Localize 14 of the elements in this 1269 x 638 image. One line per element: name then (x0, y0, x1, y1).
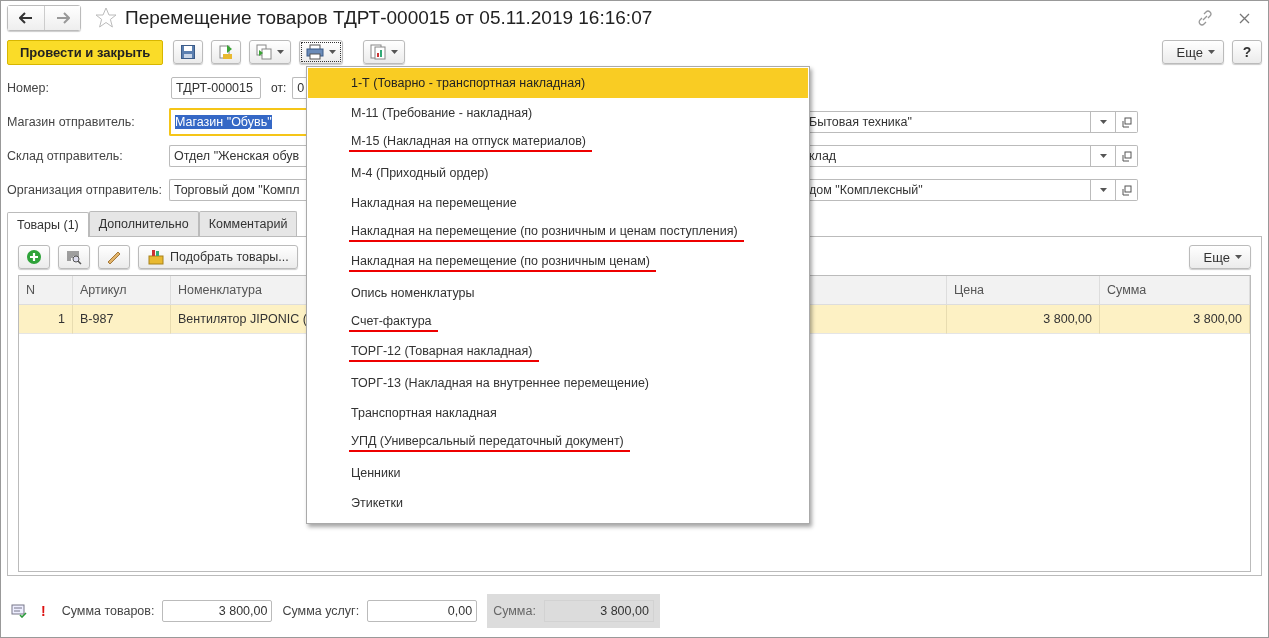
total-value: 3 800,00 (543, 600, 654, 622)
date-label: от: (271, 81, 287, 95)
table-cell: В-987 (73, 305, 171, 334)
services-sum-label: Сумма услуг: (282, 604, 360, 618)
table-cell: 3 800,00 (1100, 305, 1250, 334)
total-label: Сумма: (493, 604, 536, 618)
window-title: Перемещение товаров ТДРТ-000015 от 05.11.2019 16:16:07 (125, 7, 653, 29)
field-label: Склад отправитель: (7, 149, 124, 163)
field-label: Магазин отправитель: (7, 115, 136, 129)
table-cell: 3 800,00 (947, 305, 1100, 334)
goods-sum-label: Сумма товаров: (61, 604, 155, 618)
field-label: Номер: (7, 81, 50, 95)
table-cell: 1 (19, 305, 73, 334)
field-label: Организация отправитель: (7, 183, 163, 197)
